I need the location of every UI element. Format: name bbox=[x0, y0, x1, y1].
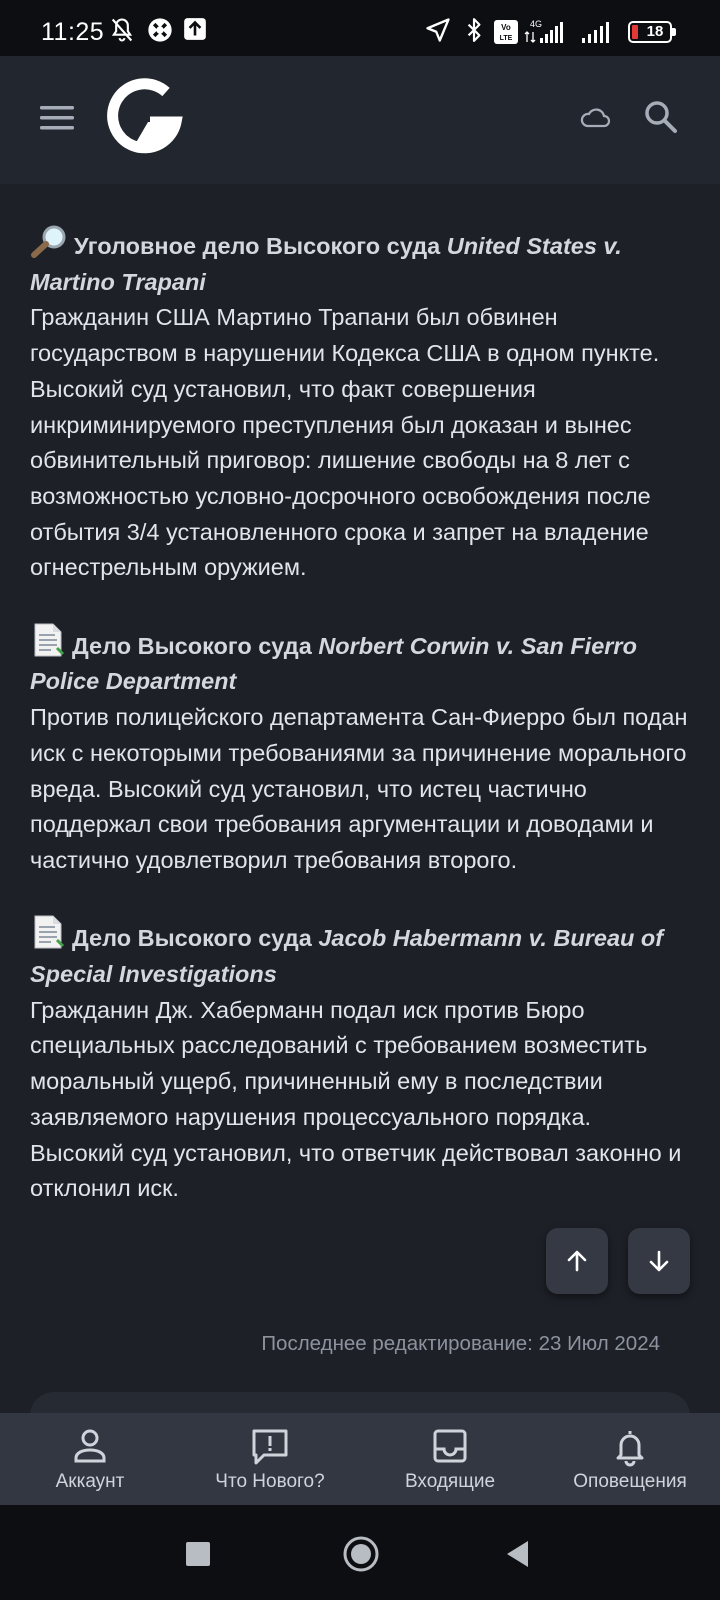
scroll-down-button[interactable] bbox=[628, 1228, 690, 1294]
menu-icon[interactable] bbox=[38, 102, 76, 134]
location-icon bbox=[426, 18, 450, 42]
whats-new-icon bbox=[252, 1429, 288, 1465]
status-time: 11:25 bbox=[41, 18, 105, 46]
home-circle-icon[interactable] bbox=[342, 1535, 380, 1573]
arrow-down-icon bbox=[649, 1250, 669, 1272]
bottom-tab-bar: Аккаунт Что Нового? Входящие Оповещения bbox=[0, 1413, 720, 1505]
document-emoji-icon bbox=[34, 623, 65, 657]
battery-level: 18 bbox=[646, 23, 664, 40]
tab-notifications[interactable]: Оповещения bbox=[540, 1413, 720, 1505]
status-bar: 11:25 Vo LTE 4G 18 bbox=[0, 0, 720, 56]
next-post-card bbox=[30, 1392, 690, 1414]
svg-text:4G: 4G bbox=[530, 19, 542, 29]
document-emoji-icon bbox=[34, 915, 65, 949]
upload-icon bbox=[184, 18, 206, 40]
app-notification-icon bbox=[148, 18, 172, 42]
signal-4g-icon: 4G bbox=[524, 19, 563, 43]
search-icon[interactable] bbox=[642, 98, 680, 136]
tab-label: Что Нового? bbox=[215, 1471, 325, 1492]
app-bar bbox=[0, 56, 720, 184]
case-title-prefix: Дело Высокого суда bbox=[72, 632, 319, 659]
case-body: Против полицейского департамента Сан-Фие… bbox=[30, 704, 688, 873]
tab-label: Аккаунт bbox=[55, 1471, 125, 1492]
recents-square-icon[interactable] bbox=[186, 1542, 210, 1566]
post-content-area: Уголовное дело Высокого суда United Stat… bbox=[0, 184, 720, 1414]
case-title-prefix: Уголовное дело Высокого суда bbox=[74, 233, 447, 259]
arrow-up-icon bbox=[567, 1250, 587, 1272]
cloud-icon[interactable] bbox=[578, 102, 612, 136]
magnifier-emoji-icon bbox=[31, 225, 66, 258]
tab-account[interactable]: Аккаунт bbox=[0, 1413, 180, 1505]
bluetooth-icon bbox=[467, 18, 481, 42]
case-entry: Дело Высокого суда Norbert Corwin v. San… bbox=[30, 622, 690, 879]
bell-off-icon bbox=[111, 18, 133, 42]
inbox-icon bbox=[433, 1429, 467, 1463]
account-icon bbox=[74, 1429, 106, 1463]
scroll-up-button[interactable] bbox=[546, 1228, 608, 1294]
case-title-prefix: Дело Высокого суда bbox=[72, 925, 319, 952]
site-logo[interactable] bbox=[104, 76, 184, 156]
svg-text:Vo: Vo bbox=[501, 23, 511, 32]
case-entry: Уголовное дело Высокого суда United Stat… bbox=[30, 224, 690, 586]
tab-label: Входящие bbox=[404, 1471, 496, 1492]
system-nav-bar bbox=[0, 1505, 720, 1600]
case-entry: Дело Высокого суда Jacob Habermann v. Bu… bbox=[30, 914, 690, 1207]
battery-icon: 18 bbox=[628, 21, 676, 43]
case-body: Гражданин США Мартино Трапани был обвине… bbox=[30, 304, 660, 581]
case-body: Гражданин Дж. Хаберманн подал иск против… bbox=[30, 996, 682, 1202]
last-edited-label: Последнее редактирование: 23 Июл 2024 bbox=[261, 1332, 660, 1355]
post-body: Уголовное дело Высокого суда United Stat… bbox=[30, 224, 690, 1243]
svg-text:LTE: LTE bbox=[500, 35, 513, 42]
back-triangle-icon[interactable] bbox=[504, 1539, 530, 1569]
tab-whats-new[interactable]: Что Нового? bbox=[180, 1413, 360, 1505]
signal-icon bbox=[582, 22, 609, 43]
volte-icon: Vo LTE bbox=[494, 20, 518, 44]
tab-label: Оповещения bbox=[573, 1471, 687, 1492]
bell-icon bbox=[616, 1431, 644, 1467]
tab-inbox[interactable]: Входящие bbox=[360, 1413, 540, 1505]
